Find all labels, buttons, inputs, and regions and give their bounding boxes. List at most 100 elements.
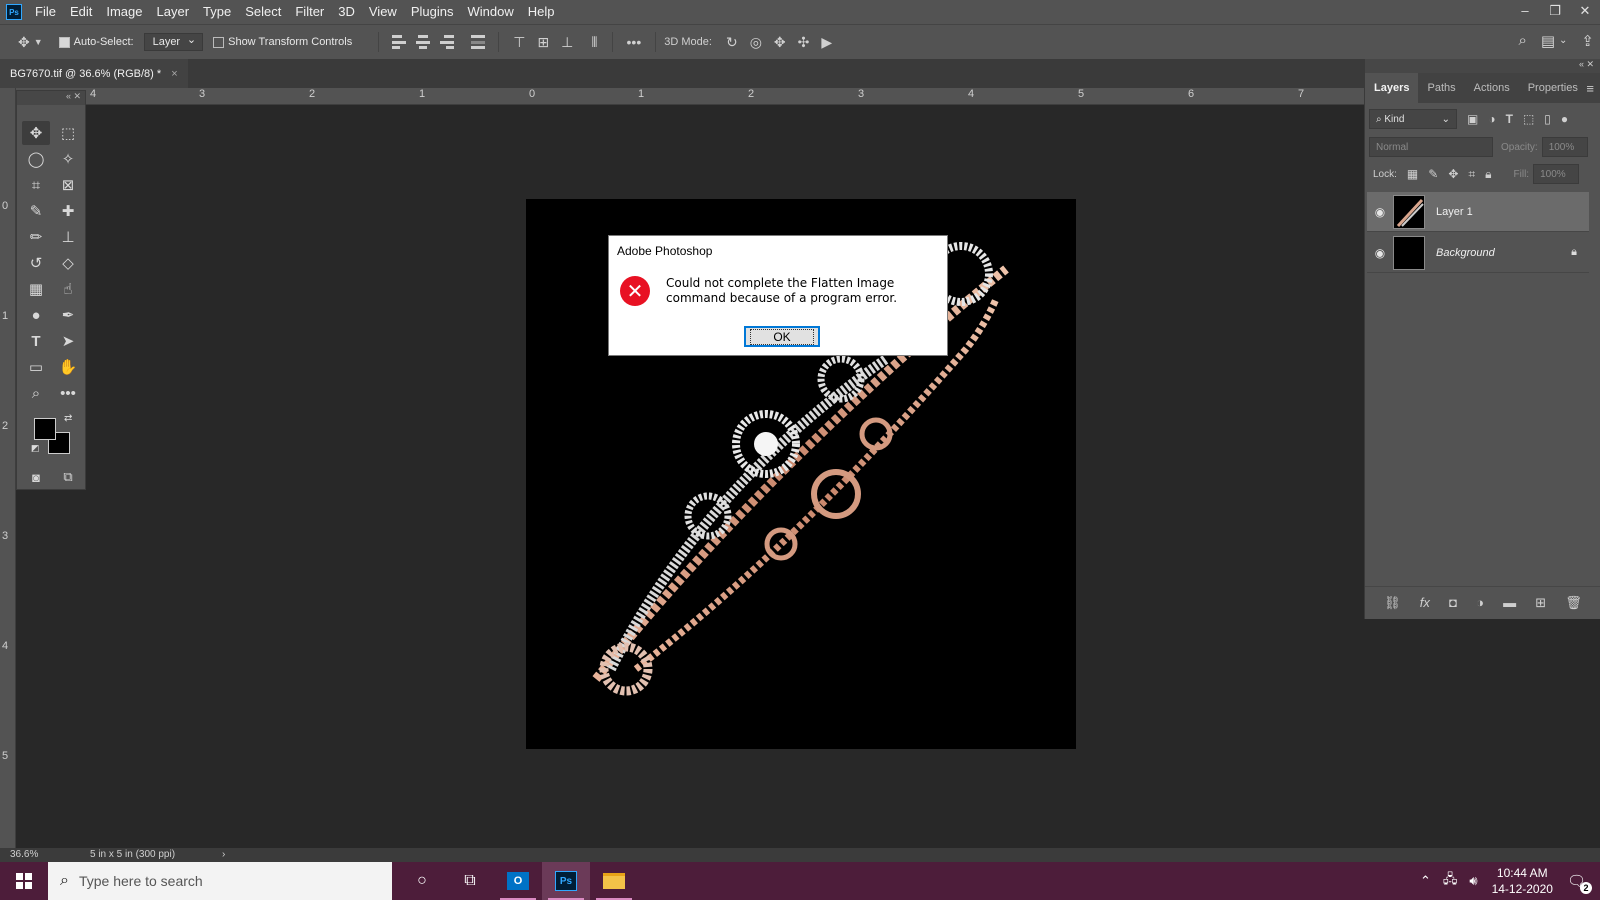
quick-mask-icon[interactable]: ◙: [22, 465, 50, 489]
tools-panel-header[interactable]: « ✕: [17, 91, 85, 105]
adjustment-layer-icon[interactable]: ◑: [1476, 595, 1484, 610]
lock-position-icon[interactable]: ✥: [1448, 167, 1458, 181]
menu-file[interactable]: File: [28, 0, 63, 24]
camera-3d-icon[interactable]: ▶: [821, 34, 832, 51]
ok-button[interactable]: OK: [744, 326, 820, 347]
chevron-up-icon[interactable]: ⌃: [1420, 873, 1431, 889]
swap-colors-icon[interactable]: ⇄: [64, 413, 72, 424]
link-layers-icon[interactable]: ⛓: [1384, 595, 1401, 611]
close-tab-icon[interactable]: ×: [171, 68, 177, 80]
outlook-taskbar-button[interactable]: O: [494, 862, 542, 900]
eraser-tool-icon[interactable]: ◇: [54, 251, 82, 275]
foreground-color-swatch-front[interactable]: [34, 418, 56, 440]
lock-artboard-icon[interactable]: ⌗: [1468, 167, 1475, 182]
align-top-icon[interactable]: ⊤: [513, 34, 525, 51]
screen-mode-icon[interactable]: ⧉: [54, 465, 82, 489]
roll-3d-icon[interactable]: ◎: [750, 34, 762, 51]
filter-pixel-icon[interactable]: ▣: [1467, 112, 1478, 126]
brush-tool-icon[interactable]: ✏: [22, 225, 50, 249]
panel-header[interactable]: « ✕: [1365, 59, 1600, 73]
tab-layers[interactable]: Layers: [1365, 73, 1419, 103]
align-left-icon[interactable]: [392, 35, 407, 49]
menu-edit[interactable]: Edit: [63, 0, 99, 24]
new-group-icon[interactable]: ▬: [1503, 595, 1516, 610]
chevron-down-icon[interactable]: ⌄: [1559, 35, 1567, 50]
menu-select[interactable]: Select: [238, 0, 288, 24]
zoom-tool-icon[interactable]: ⌕: [22, 381, 50, 405]
pen-tool-icon[interactable]: ✒: [54, 303, 82, 327]
photoshop-taskbar-button[interactable]: Ps: [542, 862, 590, 900]
gradient-tool-icon[interactable]: ▦: [22, 277, 50, 301]
marquee-tool-icon[interactable]: ⬚: [54, 121, 82, 145]
file-explorer-taskbar-button[interactable]: [590, 862, 638, 900]
menu-view[interactable]: View: [362, 0, 404, 24]
task-view-button[interactable]: ⧉: [446, 862, 494, 900]
lock-all-icon[interactable]: 🔒︎: [1485, 167, 1491, 182]
show-transform-checkbox[interactable]: [213, 35, 228, 49]
blend-mode-dropdown[interactable]: Normal: [1369, 137, 1493, 157]
clock[interactable]: 10:44 AM 14-12-2020: [1492, 865, 1553, 897]
volume-icon[interactable]: 🔊︎: [1469, 873, 1477, 889]
notification-icon[interactable]: 🗨︎ 2: [1567, 872, 1592, 894]
menu-type[interactable]: Type: [196, 0, 238, 24]
fill-input[interactable]: 100%: [1533, 164, 1580, 184]
lock-icon[interactable]: 🔒︎: [1571, 246, 1577, 259]
history-brush-tool-icon[interactable]: ↺: [22, 251, 50, 275]
slide-3d-icon[interactable]: ✣: [798, 34, 810, 51]
network-icon[interactable]: 🖧︎: [1443, 870, 1458, 892]
minimize-button[interactable]: –: [1510, 0, 1540, 24]
filter-smart-object-icon[interactable]: ▯: [1544, 112, 1551, 126]
menu-3d[interactable]: 3D: [331, 0, 362, 24]
filter-toggle-icon[interactable]: ●: [1561, 112, 1568, 126]
lock-pixels-icon[interactable]: ✎: [1428, 167, 1438, 181]
lasso-tool-icon[interactable]: ◯: [22, 147, 50, 171]
frame-tool-icon[interactable]: ⊠: [54, 173, 82, 197]
zoom-level[interactable]: 36.6%: [10, 849, 38, 860]
filter-kind-dropdown[interactable]: ⌕ Kind ⌄: [1369, 109, 1457, 129]
dodge-tool-icon[interactable]: ●: [22, 303, 50, 327]
menu-plugins[interactable]: Plugins: [404, 0, 461, 24]
align-horizontal-center-icon[interactable]: [416, 35, 431, 49]
share-icon[interactable]: ⇪: [1581, 32, 1594, 50]
align-bottom-icon[interactable]: ⊥: [561, 34, 573, 51]
panel-menu-icon[interactable]: ≡: [1586, 81, 1594, 96]
trash-icon[interactable]: 🗑︎: [1565, 595, 1582, 611]
align-vertical-center-icon[interactable]: ⊞: [537, 34, 549, 51]
opacity-input[interactable]: 100%: [1541, 137, 1588, 157]
tab-properties[interactable]: Properties: [1519, 73, 1587, 103]
path-selection-tool-icon[interactable]: ➤: [54, 329, 82, 353]
document-tab[interactable]: BG7670.tif @ 36.6% (RGB/8) * ×: [0, 59, 188, 88]
layer-row-background[interactable]: ◉ Background 🔒︎: [1367, 233, 1589, 273]
orbit-3d-icon[interactable]: ↻: [726, 34, 738, 51]
menu-filter[interactable]: Filter: [288, 0, 331, 24]
status-menu-arrow[interactable]: ›: [222, 849, 225, 860]
tab-actions[interactable]: Actions: [1465, 73, 1519, 103]
menu-layer[interactable]: Layer: [150, 0, 197, 24]
restore-button[interactable]: ❐: [1540, 0, 1570, 24]
align-right-icon[interactable]: [440, 35, 455, 49]
filter-shape-icon[interactable]: ⬚: [1523, 112, 1534, 126]
chevron-down-icon[interactable]: ▼: [34, 37, 43, 47]
rectangle-tool-icon[interactable]: ▭: [22, 355, 50, 379]
close-window-button[interactable]: ✕: [1570, 0, 1600, 24]
move-tool-icon[interactable]: ✥: [22, 121, 50, 145]
type-tool-icon[interactable]: T: [22, 329, 50, 353]
menu-image[interactable]: Image: [99, 0, 149, 24]
auto-select-checkbox[interactable]: [58, 35, 74, 49]
eye-icon[interactable]: ◉: [1367, 246, 1393, 260]
more-tools-icon[interactable]: •••: [54, 381, 82, 405]
tab-paths[interactable]: Paths: [1418, 73, 1464, 103]
filter-adjustment-icon[interactable]: ◑: [1488, 112, 1495, 126]
cortana-button[interactable]: ○: [398, 862, 446, 900]
search-icon[interactable]: ⌕: [1518, 32, 1526, 50]
menu-window[interactable]: Window: [460, 0, 520, 24]
clone-stamp-tool-icon[interactable]: ⊥: [54, 225, 82, 249]
drag-3d-icon[interactable]: ✥: [774, 34, 786, 51]
smudge-tool-icon[interactable]: ☝: [54, 277, 82, 301]
crop-tool-icon[interactable]: ⌗: [22, 173, 50, 197]
healing-brush-tool-icon[interactable]: ✚: [54, 199, 82, 223]
fx-icon[interactable]: fx: [1420, 595, 1430, 610]
add-mask-icon[interactable]: ◘: [1449, 595, 1457, 610]
eye-icon[interactable]: ◉: [1367, 205, 1393, 219]
workspace-icon[interactable]: ▤: [1541, 32, 1555, 50]
